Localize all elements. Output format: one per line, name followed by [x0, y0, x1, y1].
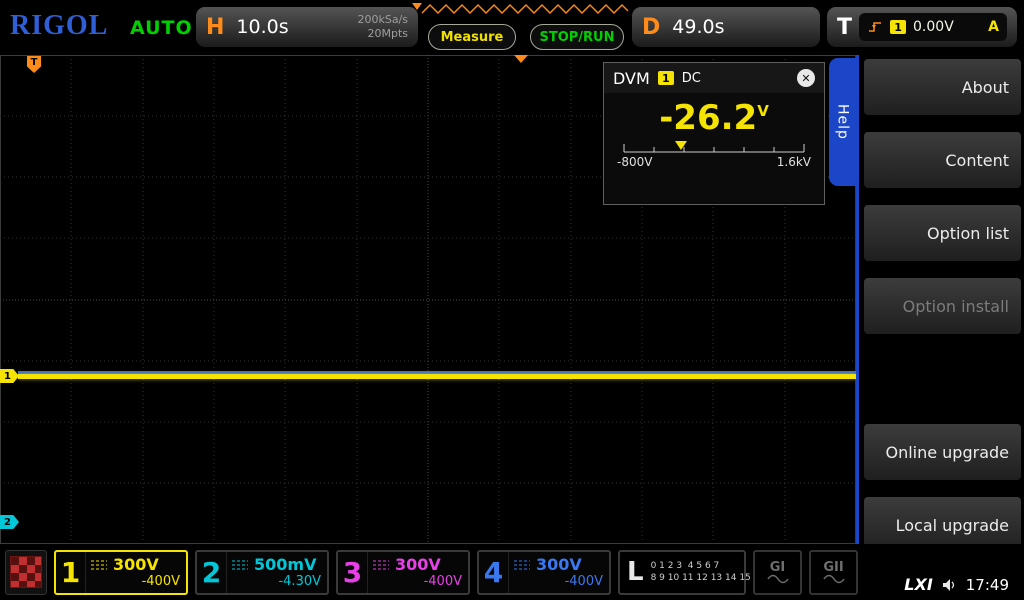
measure-button[interactable]: Measure	[428, 24, 516, 50]
dvm-reading: -26.2 V	[604, 101, 824, 135]
trigger-level-value: 0.00V	[913, 19, 981, 35]
clock: 17:49	[966, 576, 1009, 594]
sine-wave-icon	[823, 574, 845, 584]
channel-offset: -4.30V	[231, 574, 321, 589]
menu-item-about[interactable]: About	[864, 59, 1021, 115]
channel-offset: -400V	[372, 574, 462, 589]
dvm-scale-max: 1.6kV	[777, 155, 811, 169]
help-menu-tab[interactable]: Help	[829, 58, 856, 186]
channel-1-status[interactable]: 1 300V -400V	[54, 550, 188, 595]
dvm-source-badge: 1	[658, 71, 674, 85]
dvm-popup: DVM 1 DC ✕ -26.2 V -800V 1.6kV	[603, 62, 825, 205]
menu-item-option-list[interactable]: Option list	[864, 205, 1021, 261]
channel-4-status[interactable]: 4 300V -400V	[477, 550, 611, 595]
horizontal-timebase-panel[interactable]: H 10.0s 200kSa/s 20Mpts	[196, 7, 418, 47]
channel-1-trace	[18, 374, 856, 379]
help-menu-tab-label: Help	[835, 104, 851, 140]
generator-1-label: GI	[770, 561, 786, 574]
trigger-status-auto: AUTO	[130, 17, 193, 39]
trigger-slope-icon	[867, 20, 883, 34]
delay-label: D	[642, 15, 660, 40]
sample-rate: 200kSa/s	[357, 13, 408, 26]
speaker-icon[interactable]	[942, 578, 957, 592]
trigger-position-marker[interactable]	[514, 55, 528, 63]
dvm-header[interactable]: DVM 1 DC ✕	[604, 63, 824, 93]
channel-offset: -400V	[90, 574, 180, 589]
generator-2-button[interactable]: GII	[809, 550, 858, 595]
top-status-bar: RIGOL AUTO H 10.0s 200kSa/s 20Mpts Measu…	[0, 0, 1024, 55]
help-menu-sidebar: Help About Content Option list Option in…	[856, 55, 1024, 544]
channel-scale: 500mV	[254, 555, 316, 574]
channel-waveform-icon	[513, 559, 531, 571]
timebase-value: 10.0s	[236, 16, 357, 38]
trigger-label: T	[837, 15, 852, 40]
grid-pattern-icon	[10, 556, 42, 588]
horizontal-label: H	[206, 15, 224, 40]
display-grid-button[interactable]	[5, 550, 47, 595]
lxi-logo: LXI	[904, 575, 932, 594]
channel-scale: 300V	[113, 555, 159, 574]
channel-number: 4	[479, 552, 509, 593]
channel-waveform-icon	[372, 559, 390, 571]
generator-2-label: GII	[823, 561, 843, 574]
bottom-channel-bar: 1 300V -400V 2	[0, 544, 1024, 600]
channel-waveform-icon	[90, 559, 108, 571]
logic-row-1: 0 1 2 3 4 5 6 7	[651, 562, 751, 571]
stop-run-button[interactable]: STOP/RUN	[530, 24, 624, 50]
trigger-source-badge: 1	[890, 20, 906, 34]
dvm-value: -26.2	[659, 101, 757, 135]
oscilloscope-screen: RIGOL AUTO H 10.0s 200kSa/s 20Mpts Measu…	[0, 0, 1024, 600]
trigger-coupling: A	[988, 19, 999, 35]
trigger-info: 1 0.00V A	[859, 13, 1007, 41]
dvm-unit: V	[757, 102, 769, 120]
channel-scale: 300V	[395, 555, 441, 574]
status-indicators: LXI 17:49	[904, 575, 1019, 594]
menu-item-option-install[interactable]: Option install	[864, 278, 1021, 334]
logic-channels-status[interactable]: L 0 1 2 3 4 5 6 7 8 9 10 11 12 13 14 15	[618, 550, 746, 595]
delay-panel[interactable]: D 49.0s	[632, 7, 820, 47]
dvm-scale-min: -800V	[617, 155, 652, 169]
channel-number: 1	[56, 552, 86, 593]
generator-1-button[interactable]: GI	[753, 550, 802, 595]
dvm-scale-labels: -800V 1.6kV	[604, 155, 824, 169]
channel-number: 2	[197, 552, 227, 593]
channel-offset: -400V	[513, 574, 603, 589]
channel-number: 3	[338, 552, 368, 593]
acquisition-stats: 200kSa/s 20Mpts	[357, 13, 408, 42]
logic-channel-numbers: 0 1 2 3 4 5 6 7 8 9 10 11 12 13 14 15	[651, 562, 751, 583]
menu-item-content[interactable]: Content	[864, 132, 1021, 188]
channel-waveform-icon	[231, 559, 249, 571]
dvm-scale-bar	[623, 138, 805, 155]
close-icon[interactable]: ✕	[797, 69, 815, 87]
sine-wave-icon	[767, 574, 789, 584]
rigol-logo: RIGOL	[10, 10, 108, 42]
dvm-mode: DC	[682, 71, 701, 86]
channel-scale: 300V	[536, 555, 582, 574]
menu-item-online-upgrade[interactable]: Online upgrade	[864, 424, 1021, 480]
channel-2-status[interactable]: 2 500mV -4.30V	[195, 550, 329, 595]
trigger-panel[interactable]: T 1 0.00V A	[827, 7, 1017, 47]
delay-value: 49.0s	[672, 16, 810, 38]
channel-3-status[interactable]: 3 300V -400V	[336, 550, 470, 595]
logic-row-2: 8 9 10 11 12 13 14 15	[651, 574, 751, 583]
logic-label: L	[627, 557, 644, 587]
memory-waveform-icon	[408, 1, 630, 17]
dvm-title: DVM	[613, 69, 650, 88]
memory-depth: 20Mpts	[367, 27, 408, 40]
